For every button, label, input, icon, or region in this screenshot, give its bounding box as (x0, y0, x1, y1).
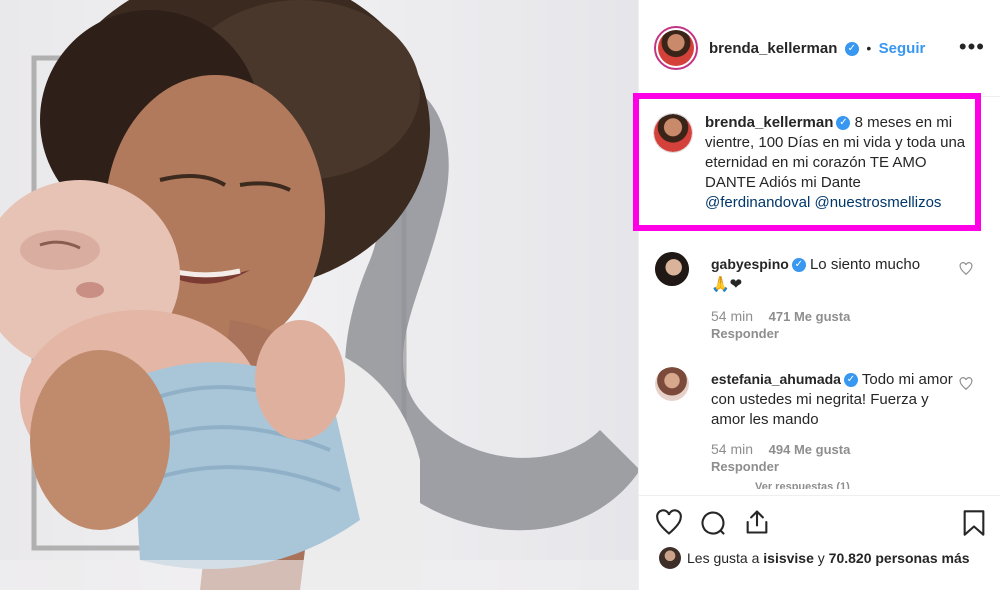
comment-emoji: 🙏❤ (711, 276, 743, 293)
caption-avatar[interactable] (653, 113, 693, 153)
verified-badge-icon: ✓ (836, 116, 851, 131)
comment-meta: 54 min 471 Me gusta (711, 308, 850, 324)
likes-summary: Les gusta a isisvise y 70.820 personas m… (687, 550, 970, 566)
share-icon[interactable] (743, 508, 771, 536)
comment-body: Lo siento mucho (809, 256, 921, 273)
more-icon[interactable]: ••• (959, 34, 985, 60)
comment-time: 54 min (711, 441, 754, 457)
comment-likes[interactable]: 471 Me gusta (769, 309, 851, 324)
author-username[interactable]: brenda_kellerman (709, 40, 837, 57)
reply-button[interactable]: Responder (711, 459, 779, 474)
reply-button[interactable]: Responder (711, 326, 779, 341)
commenter-username[interactable]: gabyespino (711, 256, 789, 272)
commenter-username[interactable]: estefania_ahumada (711, 371, 841, 387)
verified-badge-icon: ✓ (843, 373, 858, 388)
liker-username[interactable]: isisvise (763, 550, 814, 566)
comment-icon[interactable] (699, 509, 727, 537)
comment-meta: 54 min 494 Me gusta (711, 441, 850, 457)
author-avatar[interactable] (654, 26, 698, 70)
heart-icon[interactable] (655, 509, 683, 537)
action-bar: Les gusta a isisvise y 70.820 personas m… (639, 495, 1000, 591)
comment-text: gabyespino ✓ Lo siento mucho 🙏❤ (711, 254, 951, 295)
comment-text: estefania_ahumada ✓ Todo mi amor con uste… (711, 369, 961, 430)
verified-badge-icon: ✓ (844, 41, 859, 56)
caption-highlight-box: brenda_kellerman ✓ 8 meses en mi vientre,… (633, 93, 981, 231)
mother-baby-photo (0, 0, 638, 590)
heart-icon[interactable] (959, 377, 973, 391)
post-side-panel: brenda_kellerman ✓ • Seguir ••• brenda_k… (633, 0, 1000, 591)
liker-avatar[interactable] (659, 547, 681, 569)
verified-badge-icon: ✓ (791, 258, 806, 273)
bookmark-icon[interactable] (961, 509, 987, 537)
comment-item: estefania_ahumada ✓ Todo mi amor con uste… (655, 367, 995, 492)
likes-count[interactable]: 70.820 personas más (829, 550, 970, 566)
comment-item: gabyespino ✓ Lo siento mucho 🙏❤ 54 min 47… (655, 252, 995, 352)
mention-link[interactable]: @ferdinandoval (705, 194, 810, 211)
caption: brenda_kellerman ✓ 8 meses en mi vientre,… (705, 113, 973, 213)
mention-link[interactable]: @nuestrosmellizos (814, 194, 941, 211)
comment-likes[interactable]: 494 Me gusta (769, 442, 851, 457)
separator-dot: • (866, 40, 872, 56)
commenter-avatar[interactable] (655, 252, 689, 286)
follow-button[interactable]: Seguir (879, 40, 926, 57)
caption-username[interactable]: brenda_kellerman (705, 114, 833, 131)
comment-time: 54 min (711, 308, 754, 324)
commenter-avatar[interactable] (655, 367, 689, 401)
heart-icon[interactable] (959, 262, 973, 276)
view-replies-link[interactable]: Ver respuestas (1) (755, 481, 850, 489)
post-header: brenda_kellerman ✓ • Seguir ••• (639, 0, 1000, 97)
post-photo (0, 0, 638, 590)
